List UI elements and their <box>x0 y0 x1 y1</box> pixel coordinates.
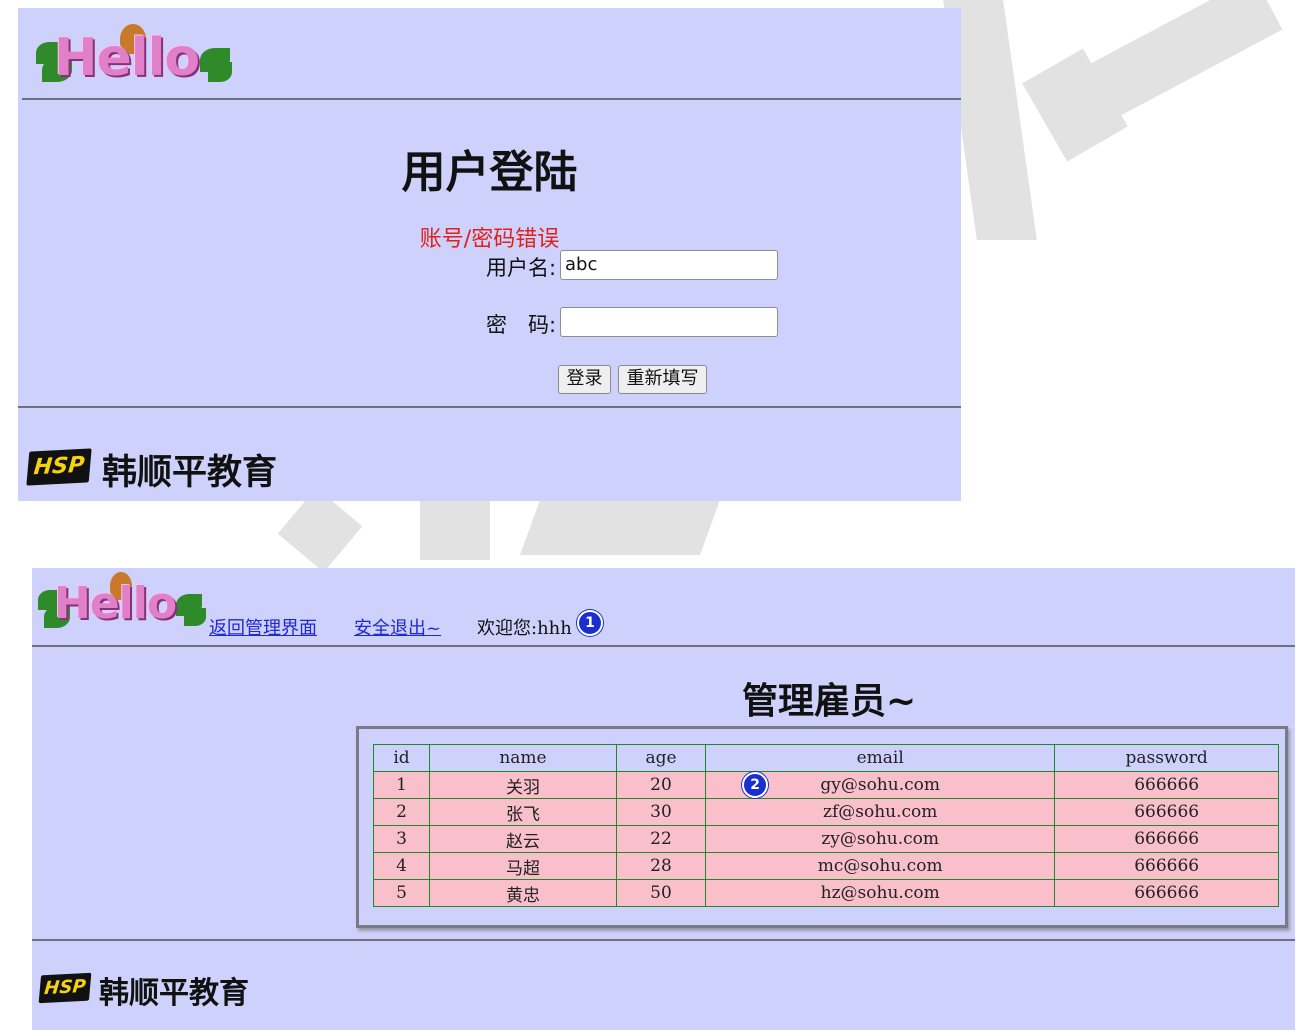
page-title: 管理雇员~ <box>742 681 917 722</box>
cell-name: 赵云 <box>429 825 617 853</box>
employee-table: id name age email password 1 关羽 20 2 gy@… <box>372 744 1279 907</box>
divider <box>22 98 961 100</box>
cell-password: 666666 <box>1054 825 1279 853</box>
cell-age: 28 <box>615 852 707 880</box>
cell-id: 2 <box>372 798 431 826</box>
login-panel: Hello 用户登陆 账号/密码错误 用户名: abc 密 码: 登录 重新填写… <box>18 8 961 501</box>
logo-text: Hello <box>54 578 177 629</box>
username-label: 用户名: <box>486 256 557 280</box>
cell-age: 50 <box>615 879 707 907</box>
divider <box>32 645 1295 647</box>
logout-link[interactable]: 安全退出~ <box>354 614 441 640</box>
page-title: 用户登陆 <box>401 147 578 198</box>
table-header-row: id name age email password <box>372 744 1279 772</box>
error-message: 账号/密码错误 <box>419 227 560 252</box>
marker-1: 1 <box>577 610 603 636</box>
password-label: 密 码: <box>486 313 557 337</box>
table-row: 3 赵云 22 zy@sohu.com 666666 <box>372 825 1279 853</box>
cell-password: 666666 <box>1054 852 1279 880</box>
header-email: email <box>705 744 1056 772</box>
table-row: 4 马超 28 mc@sohu.com 666666 <box>372 852 1279 880</box>
cell-password: 666666 <box>1054 879 1279 907</box>
brand-name: 韩顺平教育 <box>102 453 278 493</box>
table-row: 1 关羽 20 2 gy@sohu.com 666666 <box>372 771 1279 799</box>
cell-email-text: gy@sohu.com <box>820 775 940 795</box>
cell-id: 3 <box>372 825 431 853</box>
table-row: 5 黄忠 50 hz@sohu.com 666666 <box>372 879 1279 907</box>
cell-name: 张飞 <box>429 798 617 826</box>
brand-name: 韩顺平教育 <box>99 976 249 1011</box>
cell-age: 20 <box>615 771 707 799</box>
employee-table-frame: id name age email password 1 关羽 20 2 gy@… <box>356 726 1288 928</box>
header-password: password <box>1054 744 1279 772</box>
cell-id: 5 <box>372 879 431 907</box>
hsp-logo: HSP <box>38 972 92 1004</box>
divider <box>18 406 961 408</box>
cell-email: mc@sohu.com <box>705 852 1056 880</box>
watermark-stroke <box>519 500 721 555</box>
cell-email: zf@sohu.com <box>705 798 1056 826</box>
cell-id: 4 <box>372 852 431 880</box>
username-input[interactable]: abc <box>560 250 778 280</box>
hello-logo: Hello <box>32 18 232 90</box>
cell-password: 666666 <box>1054 771 1279 799</box>
cell-age: 22 <box>615 825 707 853</box>
divider <box>32 939 1295 941</box>
admin-panel: Hello 返回管理界面 安全退出~ 欢迎您:hhh 1 管理雇员~ id na… <box>32 568 1295 1030</box>
login-button[interactable]: 登录 <box>558 365 611 394</box>
hello-logo: Hello <box>36 568 206 634</box>
back-to-admin-link[interactable]: 返回管理界面 <box>209 614 317 640</box>
cell-name: 黄忠 <box>429 879 617 907</box>
header-name: name <box>429 744 617 772</box>
marker-2: 2 <box>742 772 769 798</box>
cell-email: 2 gy@sohu.com <box>705 771 1056 799</box>
password-input[interactable] <box>560 307 778 337</box>
cell-email: hz@sohu.com <box>705 879 1056 907</box>
header-age: age <box>615 744 707 772</box>
welcome-text: 欢迎您:hhh <box>477 618 572 639</box>
header-id: id <box>372 744 431 772</box>
cell-name: 马超 <box>429 852 617 880</box>
hsp-logo: HSP <box>26 448 92 486</box>
cell-name: 关羽 <box>429 771 617 799</box>
table-row: 2 张飞 30 zf@sohu.com 666666 <box>372 798 1279 826</box>
cell-id: 1 <box>372 771 431 799</box>
cell-age: 30 <box>615 798 707 826</box>
watermark-stroke <box>420 500 490 560</box>
cell-password: 666666 <box>1054 798 1279 826</box>
cell-email: zy@sohu.com <box>705 825 1056 853</box>
logo-text: Hello <box>54 28 200 88</box>
reset-button[interactable]: 重新填写 <box>618 365 707 394</box>
